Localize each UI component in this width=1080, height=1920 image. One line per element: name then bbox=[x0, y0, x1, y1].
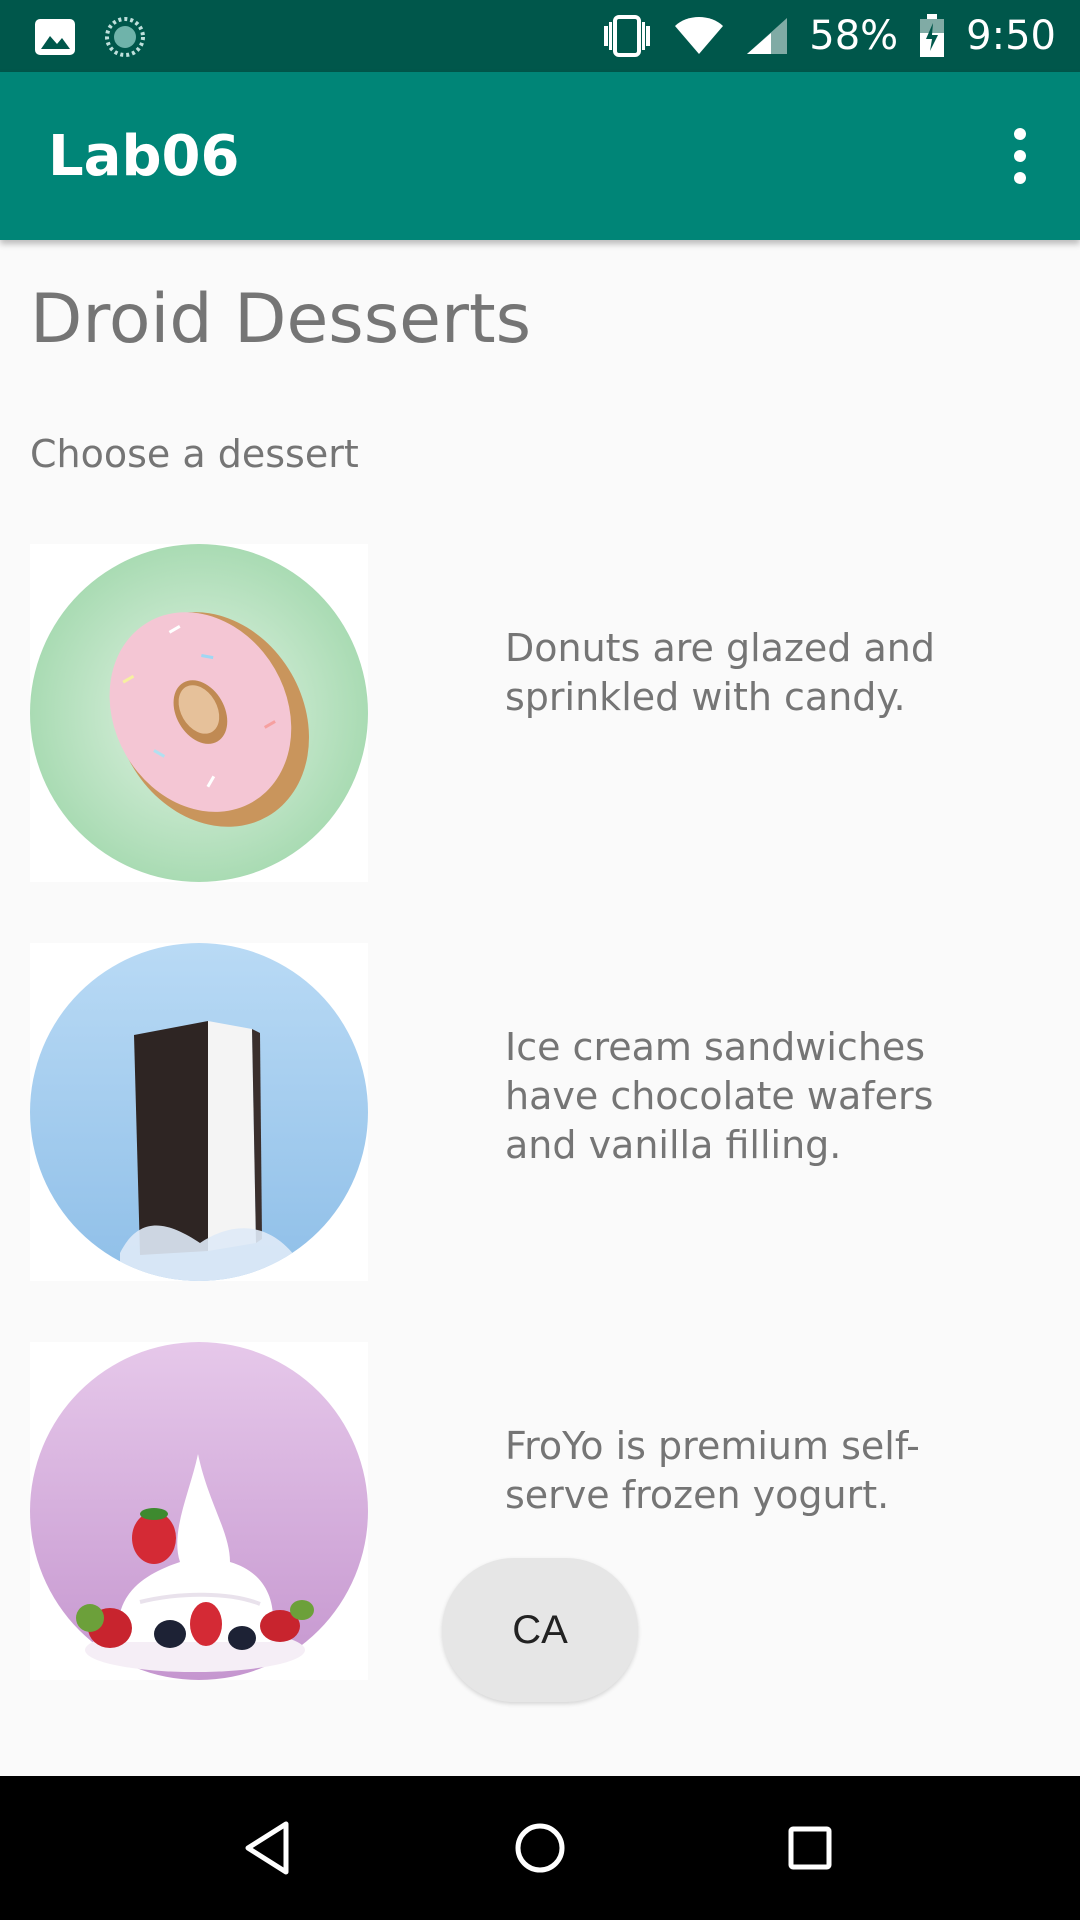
app-title: Lab06 bbox=[48, 124, 240, 189]
battery-icon bbox=[920, 14, 945, 57]
recents-icon[interactable] bbox=[774, 1812, 846, 1884]
loading-icon bbox=[105, 17, 145, 57]
signal-icon bbox=[747, 18, 788, 54]
subtitle: Choose a dessert bbox=[30, 432, 359, 476]
clock: 9:50 bbox=[966, 13, 1056, 59]
wifi-icon bbox=[675, 17, 724, 54]
more-vert-icon[interactable] bbox=[990, 124, 1050, 188]
page-title: Droid Desserts bbox=[30, 280, 532, 359]
battery-percent: 58% bbox=[809, 13, 899, 59]
app-bar: Lab06 bbox=[0, 72, 1080, 240]
navigation-bar bbox=[0, 1776, 1080, 1920]
froyo-image[interactable] bbox=[30, 1342, 368, 1680]
status-bar: 58% 9:50 bbox=[0, 0, 1080, 72]
back-icon[interactable] bbox=[234, 1812, 306, 1884]
donut-image[interactable] bbox=[30, 544, 368, 882]
vibrate-icon bbox=[604, 15, 651, 57]
ice-cream-sandwich-image[interactable] bbox=[30, 943, 368, 1281]
image-icon bbox=[35, 19, 75, 55]
froyo-description: FroYo is premium self-serve frozen yogur… bbox=[505, 1424, 920, 1517]
ca-button[interactable]: CA bbox=[442, 1558, 638, 1702]
home-icon[interactable] bbox=[504, 1812, 576, 1884]
ice-cream-sandwich-description: Ice cream sandwiches have chocolate wafe… bbox=[505, 1025, 934, 1167]
donut-description: Donuts are glazed and sprinkled with can… bbox=[505, 626, 935, 719]
